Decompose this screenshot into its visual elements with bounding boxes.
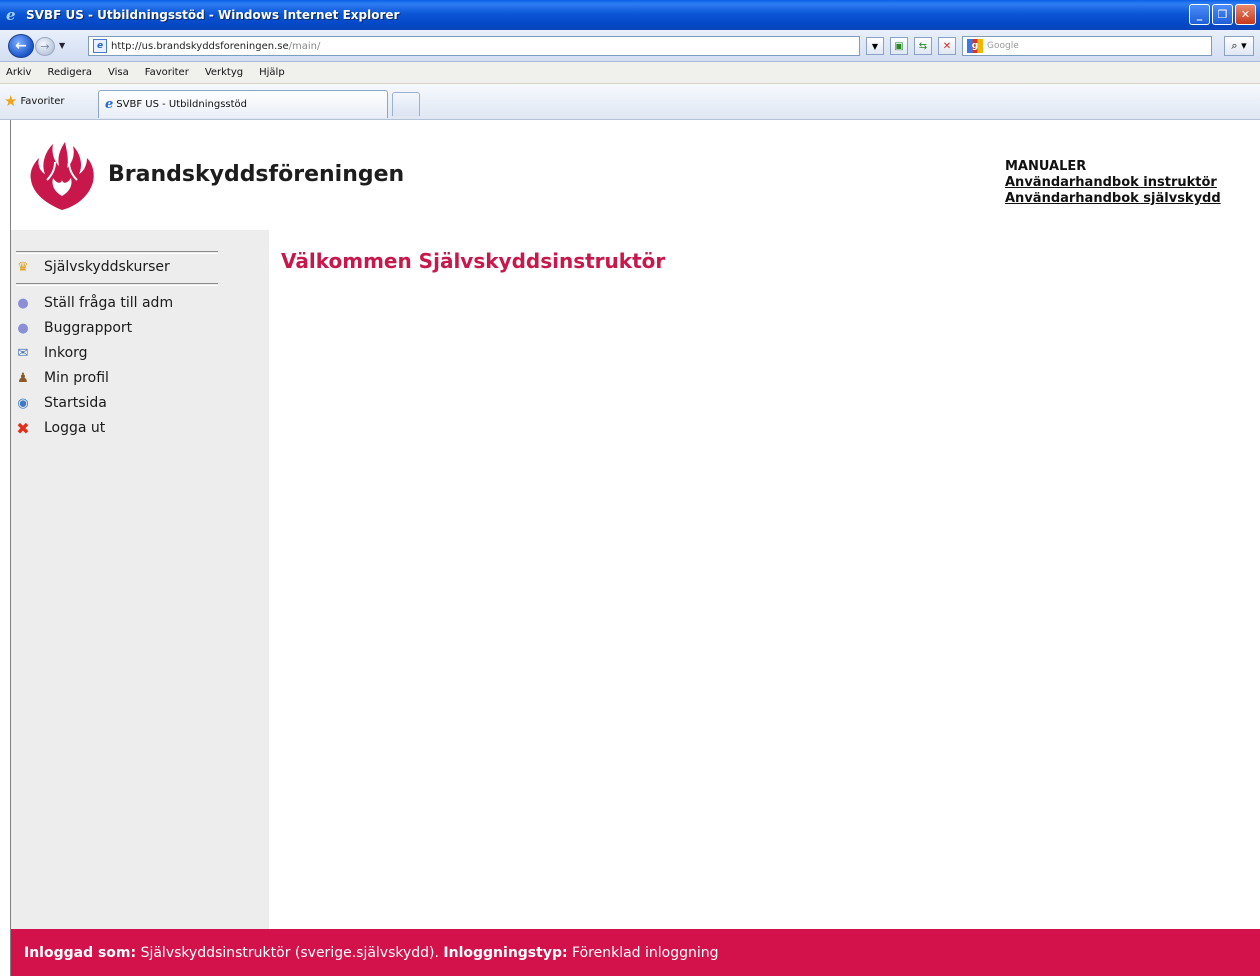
google-logo-icon: g	[967, 39, 983, 53]
tab-active[interactable]: e SVBF US - Utbildningsstöd	[98, 90, 388, 118]
manual-link-instructor[interactable]: Användarhandbok instruktör	[1005, 175, 1221, 191]
login-type-label: Inloggningstyp:	[443, 944, 568, 961]
menu-bar: Arkiv Redigera Visa Favoriter Verktyg Hj…	[0, 62, 1260, 84]
course-icon: ♛	[17, 259, 29, 275]
arrow-left-icon: ←	[15, 38, 27, 54]
url-text: http://us.brandskyddsforeningen.se/main/	[111, 40, 321, 52]
favorites-bar: ★ Favoriter e SVBF US - Utbildningsstöd	[0, 84, 1260, 120]
window-titlebar: e SVBF US - Utbildningsstöd - Windows In…	[0, 0, 1260, 30]
sidebar-item-label: Logga ut	[44, 420, 106, 436]
search-input[interactable]: g Google	[962, 36, 1212, 56]
sidebar-item-label: Ställ fråga till adm	[44, 295, 174, 311]
stop-icon[interactable]: ✕	[938, 37, 956, 55]
sidebar-item-startsida[interactable]: ◉ Startsida	[14, 394, 107, 412]
magnifier-icon: ⌕ ▾	[1231, 39, 1247, 52]
search-placeholder: Google	[987, 41, 1019, 51]
favorites-label: Favoriter	[20, 95, 65, 107]
sidebar-item-label: Startsida	[44, 395, 107, 411]
sidebar-item-logga-ut[interactable]: ✖ Logga ut	[14, 418, 106, 438]
status-footer: Inloggad som: Självskyddsinstruktör (sve…	[11, 929, 1260, 976]
compatibility-icon[interactable]: ▣	[890, 37, 908, 55]
sidebar-item-min-profil[interactable]: ♟ Min profil	[14, 369, 109, 387]
brand-flame-logo-icon	[30, 142, 94, 210]
restore-icon[interactable]: ❐	[1212, 4, 1233, 25]
manual-link-selfprotection[interactable]: Användarhandbok självskydd	[1005, 191, 1221, 207]
tab-label: SVBF US - Utbildningsstöd	[116, 99, 247, 110]
refresh-icon[interactable]: ⇆	[914, 37, 932, 55]
sidebar-item-sjalvskyddskurser[interactable]: ♛ Självskyddskurser	[14, 258, 170, 276]
menu-visa[interactable]: Visa	[108, 67, 129, 78]
menu-redigera[interactable]: Redigera	[47, 67, 92, 78]
close-icon[interactable]: ✕	[1235, 4, 1256, 25]
new-tab-button[interactable]	[392, 92, 420, 116]
red-x-icon: ✖	[16, 418, 30, 438]
page-title: Välkommen Självskyddsinstruktör	[281, 249, 666, 273]
sidebar-item-stall-fraga[interactable]: ● Ställ fråga till adm	[14, 294, 173, 312]
window-controls: _ ❐ ✕	[1189, 4, 1256, 25]
sidebar-item-buggrapport[interactable]: ● Buggrapport	[14, 319, 132, 337]
manuals-title: MANUALER	[1005, 159, 1087, 174]
favorites-button[interactable]: ★ Favoriter	[4, 92, 65, 110]
sidebar-item-label: Inkorg	[44, 345, 88, 361]
logged-in-value: Självskyddsinstruktör (sverige.självskyd…	[136, 944, 444, 961]
sidebar-item-inkorg[interactable]: ✉ Inkorg	[14, 344, 88, 362]
search-button[interactable]: ⌕ ▾	[1224, 36, 1254, 56]
page-icon: e	[93, 39, 107, 53]
logged-in-label: Inloggad som:	[24, 944, 137, 961]
star-icon: ★	[4, 92, 18, 110]
sidebar-divider	[16, 283, 218, 286]
menu-hjalp[interactable]: Hjälp	[259, 67, 285, 78]
forward-button[interactable]: →	[35, 37, 55, 56]
ie-logo-icon: e	[6, 6, 16, 24]
address-dropdown-icon[interactable]: ▼	[866, 37, 884, 55]
sidebar-divider	[16, 251, 218, 254]
home-globe-icon: ◉	[17, 395, 29, 411]
address-input[interactable]: e http://us.brandskyddsforeningen.se/mai…	[88, 36, 860, 56]
window-title: SVBF US - Utbildningsstöd - Windows Inte…	[26, 8, 400, 22]
manuals-panel: MANUALER Användarhandbok instruktör Anvä…	[1005, 159, 1221, 207]
back-button[interactable]: ←	[8, 34, 34, 58]
arrow-right-icon: →	[40, 40, 50, 53]
envelope-icon: ✉	[17, 345, 29, 361]
brand-logo-text: Brandskyddsföreningen	[108, 162, 405, 187]
sidebar-item-label: Min profil	[44, 370, 109, 386]
sidebar-item-label: Självskyddskurser	[44, 259, 170, 275]
menu-verktyg[interactable]: Verktyg	[205, 67, 243, 78]
ie-tab-icon: e	[105, 97, 114, 112]
history-dropdown-icon[interactable]: ▼	[59, 41, 65, 50]
sidebar-item-label: Buggrapport	[44, 320, 133, 336]
speech-bubble-icon: ●	[17, 320, 29, 336]
login-type-value: Förenklad inloggning	[567, 944, 719, 961]
speech-bubble-icon: ●	[17, 295, 29, 311]
user-icon: ♟	[17, 370, 29, 386]
address-toolbar: ← → ▼ e http://us.brandskyddsforeningen.…	[0, 30, 1260, 62]
menu-favoriter[interactable]: Favoriter	[145, 67, 189, 78]
minimize-icon[interactable]: _	[1189, 4, 1210, 25]
menu-arkiv[interactable]: Arkiv	[6, 67, 31, 78]
